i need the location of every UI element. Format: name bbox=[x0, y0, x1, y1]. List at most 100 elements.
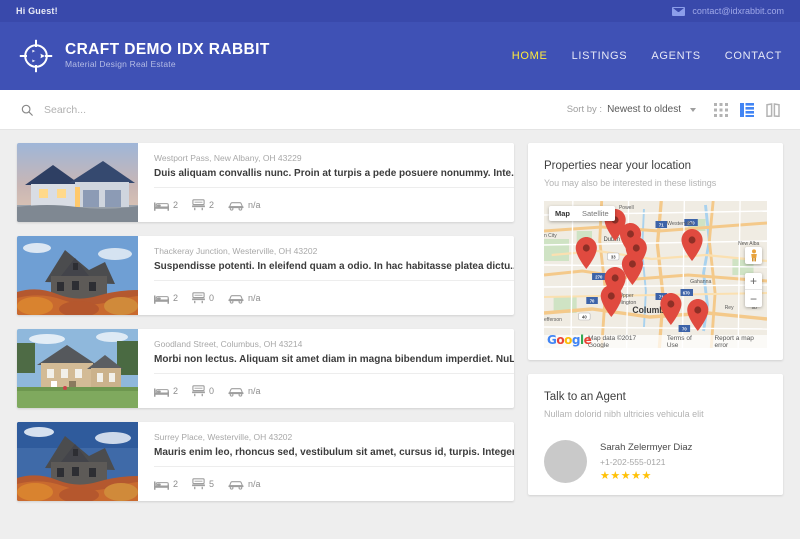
nav-item-agents[interactable]: AGENTS bbox=[651, 50, 700, 62]
listing-card[interactable]: Thackeray Junction, Westerville, OH 4320… bbox=[17, 236, 514, 315]
listing-body: Westport Pass, New Albany, OH 43229 Duis… bbox=[138, 143, 514, 222]
listings-column: Westport Pass, New Albany, OH 43229 Duis… bbox=[17, 143, 514, 539]
car-icon bbox=[228, 387, 244, 397]
map-type-satellite-button[interactable]: Satellite bbox=[576, 206, 615, 221]
top-utility-bar: Hi Guest! contact@idxrabbit.com bbox=[0, 0, 800, 22]
svg-text:70: 70 bbox=[682, 327, 687, 332]
listing-text-block: Westport Pass, New Albany, OH 43229 Duis… bbox=[154, 152, 514, 182]
grid-view-icon[interactable] bbox=[714, 102, 728, 117]
chevron-down-icon bbox=[690, 107, 696, 112]
google-map[interactable]: 33 270 71 270 71 670 70 70 40 Powell Dub… bbox=[544, 201, 767, 348]
agent-panel-title: Talk to an Agent bbox=[544, 391, 626, 403]
spec-bathrooms: 5 bbox=[192, 478, 214, 490]
car-icon bbox=[228, 201, 244, 211]
bath-sofa-icon bbox=[192, 478, 205, 490]
spec-bathrooms-value: 2 bbox=[209, 200, 215, 210]
map-label-city: n City bbox=[544, 233, 557, 239]
listing-address: Thackeray Junction, Westerville, OH 4320… bbox=[154, 246, 318, 256]
search-icon[interactable] bbox=[20, 103, 34, 117]
map-zoom-in-button[interactable]: + bbox=[745, 273, 762, 290]
map-label-rey: Rey bbox=[725, 305, 734, 311]
agent-phone: +1-202-555-0121 bbox=[600, 457, 666, 467]
spec-bedrooms-value: 2 bbox=[173, 479, 179, 489]
listing-description: Morbi non lectus. Aliquam sit amet diam … bbox=[154, 354, 514, 365]
talk-to-agent-panel: Talk to an Agent Nullam dolorid nibh ult… bbox=[528, 374, 783, 495]
agent-panel-subtitle: Nullam dolorid nibh ultricies vehicula e… bbox=[544, 409, 704, 419]
spec-parking: n/a bbox=[228, 479, 261, 490]
nearby-properties-panel: Properties near your location You may al… bbox=[528, 143, 783, 360]
sort-by-label: Sort by : bbox=[566, 104, 603, 115]
crosshair-play-logo-icon bbox=[19, 39, 53, 73]
map-type-control[interactable]: Map Satellite bbox=[549, 206, 615, 221]
sort-dropdown[interactable]: Sort by : Newest to oldest bbox=[567, 104, 696, 115]
sidebar-column: Properties near your location You may al… bbox=[528, 143, 783, 539]
agent-rating-stars: ★★★★★ bbox=[600, 470, 652, 482]
search-input[interactable] bbox=[44, 103, 304, 116]
spec-bedrooms-value: 2 bbox=[173, 200, 179, 210]
listing-text-block: Thackeray Junction, Westerville, OH 4320… bbox=[154, 245, 514, 275]
map-label-jefferson: efferson bbox=[544, 317, 562, 323]
listing-card[interactable]: Surrey Place, Westerville, OH 43202 Maur… bbox=[17, 422, 514, 501]
spec-parking-value: n/a bbox=[248, 200, 261, 210]
spec-bedrooms: 2 bbox=[154, 386, 178, 397]
bed-icon bbox=[154, 295, 169, 304]
listing-specs: 2 5 n/a bbox=[154, 478, 514, 490]
svg-text:71: 71 bbox=[659, 223, 664, 228]
nav-item-listings[interactable]: LISTINGS bbox=[572, 50, 628, 62]
listing-body: Goodland Street, Columbus, OH 43214 Morb… bbox=[138, 329, 514, 408]
envelope-icon bbox=[672, 6, 686, 16]
spec-parking: n/a bbox=[228, 293, 261, 304]
svg-text:33: 33 bbox=[611, 254, 616, 259]
listing-address: Goodland Street, Columbus, OH 43214 bbox=[154, 339, 303, 349]
map-zoom-out-button[interactable]: − bbox=[745, 290, 762, 307]
listing-specs-row: 2 2 n/a bbox=[154, 187, 514, 222]
listing-card[interactable]: Goodland Street, Columbus, OH 43214 Morb… bbox=[17, 329, 514, 408]
spec-bathrooms: 0 bbox=[192, 385, 214, 397]
listing-card[interactable]: Westport Pass, New Albany, OH 43229 Duis… bbox=[17, 143, 514, 222]
map-label-powell: Powell bbox=[619, 205, 634, 211]
map-report-error-link[interactable]: Report a map error bbox=[714, 335, 767, 349]
map-view-icon[interactable] bbox=[766, 102, 780, 117]
agent-name: Sarah Zelermyer Diaz bbox=[600, 442, 693, 453]
listing-specs-row: 2 5 n/a bbox=[154, 466, 514, 501]
listing-specs: 2 0 n/a bbox=[154, 385, 514, 397]
listing-address: Westport Pass, New Albany, OH 43229 bbox=[154, 153, 302, 163]
spec-bathrooms: 2 bbox=[192, 199, 214, 211]
svg-text:670: 670 bbox=[683, 291, 691, 296]
street-view-pegman-icon[interactable] bbox=[745, 247, 762, 264]
nav-item-contact[interactable]: CONTACT bbox=[725, 50, 782, 62]
contact-email-link[interactable]: contact@idxrabbit.com bbox=[672, 6, 784, 16]
spec-bedrooms: 2 bbox=[154, 479, 178, 490]
listing-top-row: Goodland Street, Columbus, OH 43214 Morb… bbox=[154, 329, 514, 368]
listing-photo bbox=[17, 329, 138, 408]
svg-text:40: 40 bbox=[582, 314, 587, 319]
map-label-gahanna: Gahanna bbox=[690, 279, 711, 285]
spec-bathrooms-value: 0 bbox=[209, 386, 215, 396]
map-canvas: 33 270 71 270 71 670 70 70 40 Powell Dub… bbox=[544, 201, 767, 348]
brand-subtitle: Material Design Real Estate bbox=[65, 59, 176, 69]
spec-bedrooms: 2 bbox=[154, 200, 178, 211]
map-type-map-button[interactable]: Map bbox=[549, 206, 576, 221]
car-icon bbox=[228, 294, 244, 304]
listing-top-row: Surrey Place, Westerville, OH 43202 Maur… bbox=[154, 422, 514, 461]
listing-top-row: Westport Pass, New Albany, OH 43229 Duis… bbox=[154, 143, 514, 182]
spec-parking: n/a bbox=[228, 200, 261, 211]
spec-bathrooms-value: 0 bbox=[209, 293, 215, 303]
map-terms-of-use-link[interactable]: Terms of Use bbox=[667, 335, 704, 349]
listing-text-block: Goodland Street, Columbus, OH 43214 Morb… bbox=[154, 338, 514, 368]
pegman-glyph bbox=[750, 249, 757, 262]
list-view-icon[interactable] bbox=[740, 102, 754, 117]
bed-icon bbox=[154, 481, 169, 490]
agent-card[interactable]: Sarah Zelermyer Diaz +1-202-555-0121 ★★★… bbox=[544, 440, 767, 483]
search-filter-bar: Sort by : Newest to oldest bbox=[0, 90, 800, 130]
bath-sofa-icon bbox=[192, 385, 205, 397]
listing-photo bbox=[17, 143, 138, 222]
brand-logo-link[interactable]: CRAFT DEMO IDX RABBIT Material Design Re… bbox=[18, 38, 270, 74]
nav-item-home[interactable]: HOME bbox=[512, 50, 548, 62]
bed-icon bbox=[154, 388, 169, 397]
google-logo: Google bbox=[547, 333, 592, 347]
main-navigation: HOME LISTINGS AGENTS CONTACT bbox=[512, 50, 782, 62]
contact-email-text: contact@idxrabbit.com bbox=[692, 6, 784, 16]
spec-parking-value: n/a bbox=[248, 479, 261, 489]
svg-text:270: 270 bbox=[595, 275, 603, 280]
